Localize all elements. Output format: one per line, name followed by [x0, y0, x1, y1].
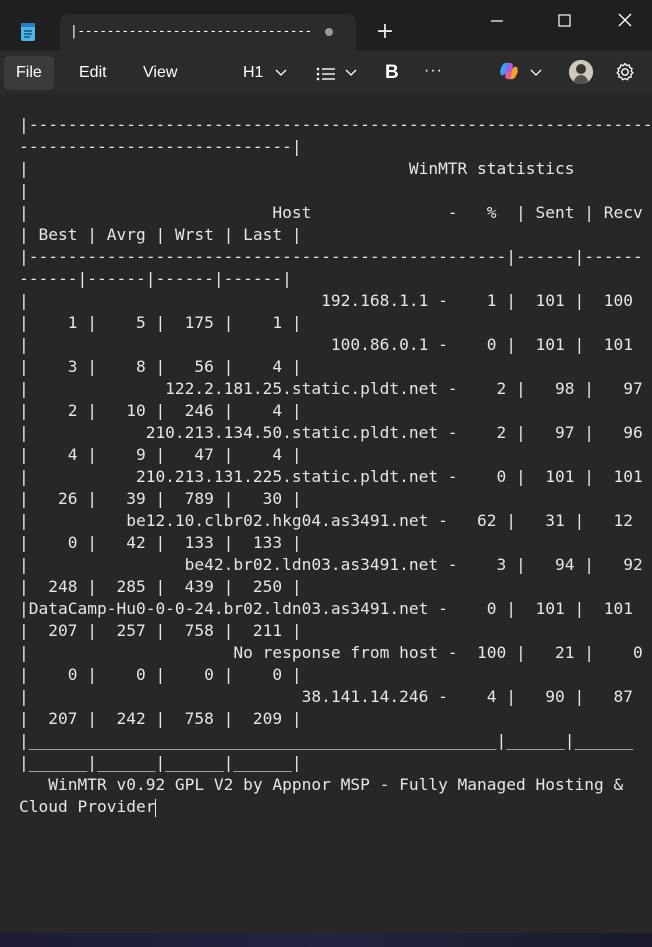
text-line: | — [19, 181, 29, 200]
text-line: | 207 | 242 | 758 | 209 | — [19, 709, 302, 728]
text-line: | 248 | 285 | 439 | 250 | — [19, 577, 302, 596]
heading-button[interactable]: H1 — [243, 60, 263, 86]
text-line: | 207 | 257 | 758 | 211 | — [19, 621, 302, 640]
text-line: | Host - % | Sent | Recv — [19, 203, 643, 222]
text-line: Cloud Provider — [19, 797, 157, 817]
menu-view[interactable]: View — [131, 56, 189, 90]
notepad-icon — [21, 23, 35, 41]
text-line: | be12.10.clbr02.hkg04.as3491.net - 62 |… — [19, 511, 633, 530]
document-tab[interactable]: |---------------------------------------… — [60, 14, 356, 52]
tab-title: |---------------------------------------… — [70, 24, 310, 39]
text-line: |---------------------------------------… — [19, 115, 652, 134]
text-line: ----------------------------| — [19, 137, 302, 156]
avatar[interactable] — [569, 60, 593, 84]
plus-icon[interactable]: + — [373, 20, 397, 44]
text-line: |_______________________________________… — [19, 731, 633, 750]
text-line: | 38.141.14.246 - 4 | 90 | 87 — [19, 687, 633, 706]
chevron-down-icon[interactable] — [345, 69, 357, 77]
notepad-window: |---------------------------------------… — [0, 0, 652, 933]
minimize-icon[interactable] — [474, 6, 520, 36]
text-line: | 1 | 5 | 175 | 1 | — [19, 313, 302, 332]
text-line: | 210.213.134.50.static.pldt.net - 2 | 9… — [19, 423, 643, 442]
text-line: | 26 | 39 | 789 | 30 | — [19, 489, 302, 508]
user-photo-icon — [569, 60, 593, 84]
text-line: | 0 | 0 | 0 | 0 | — [19, 665, 302, 684]
text-line: | 122.2.181.25.static.pldt.net - 2 | 98 … — [19, 379, 643, 398]
menu-bar: File Edit View H1 B ··· — [0, 52, 652, 94]
more-options-button[interactable]: ··· — [424, 60, 443, 86]
title-bar: |---------------------------------------… — [0, 0, 652, 52]
text-line: | 0 | 42 | 133 | 133 | — [19, 533, 302, 552]
text-line: | No response from host - 100 | 21 | 0 — [19, 643, 643, 662]
text-line: | 2 | 10 | 246 | 4 | — [19, 401, 302, 420]
maximize-icon[interactable] — [541, 6, 587, 36]
text-line: |---------------------------------------… — [19, 247, 643, 266]
gear-icon[interactable] — [614, 61, 636, 83]
close-icon[interactable] — [601, 6, 647, 36]
text-caret — [155, 798, 157, 817]
unsaved-indicator-icon[interactable] — [325, 28, 333, 36]
text-line: | 3 | 8 | 56 | 4 | — [19, 357, 302, 376]
copilot-icon[interactable] — [498, 60, 520, 82]
text-line: WinMTR v0.92 GPL V2 by Appnor MSP - Full… — [19, 775, 624, 794]
text-line: ------|------|------|------| — [19, 269, 292, 288]
text-line: | be42.br02.ldn03.as3491.net - 3 | 94 | … — [19, 555, 643, 574]
document-text[interactable]: |---------------------------------------… — [19, 114, 652, 818]
text-line: | WinMTR statistics — [19, 159, 575, 178]
text-line: | 210.213.131.225.static.pldt.net - 0 | … — [19, 467, 643, 486]
text-line: |______|______|______|______| — [19, 753, 302, 772]
text-line: |DataCamp-Hu0-0-0-24.br02.ldn03.as3491.n… — [19, 599, 633, 618]
chevron-down-icon[interactable] — [275, 69, 287, 77]
text-line: | 100.86.0.1 - 0 | 101 | 101 — [19, 335, 633, 354]
bold-button[interactable]: B — [385, 60, 399, 86]
text-line: | 4 | 9 | 47 | 4 | — [19, 445, 302, 464]
list-icon[interactable] — [316, 67, 336, 81]
text-line: | Best | Avrg | Wrst | Last | — [19, 225, 302, 244]
text-line: | 192.168.1.1 - 1 | 101 | 100 — [19, 291, 633, 310]
menu-edit[interactable]: Edit — [67, 56, 119, 90]
text-editor[interactable]: |---------------------------------------… — [0, 94, 652, 933]
chevron-down-icon[interactable] — [530, 69, 542, 77]
menu-file[interactable]: File — [4, 56, 54, 90]
taskbar — [0, 933, 652, 947]
